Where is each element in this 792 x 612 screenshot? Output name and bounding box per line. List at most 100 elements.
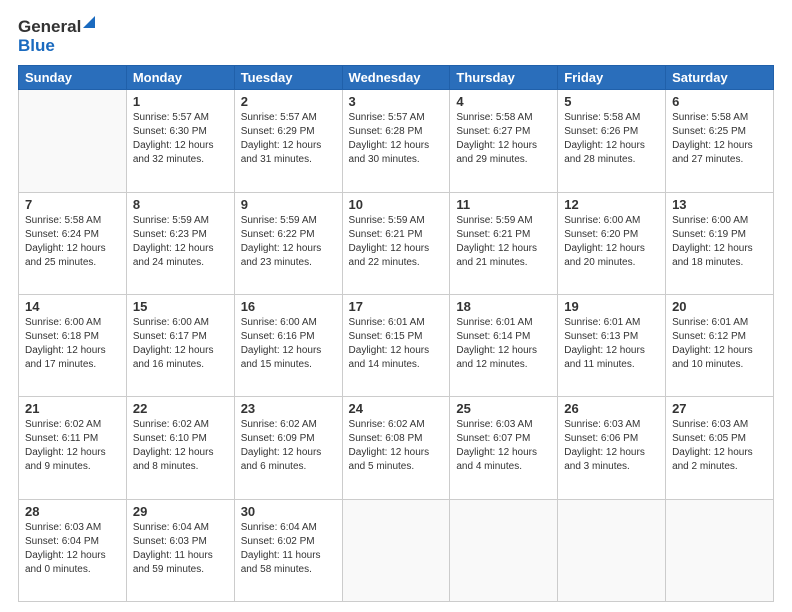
calendar-cell: 4 Sunrise: 5:58 AM Sunset: 6:27 PM Daylig… <box>450 90 558 192</box>
calendar-cell: 1Sunrise: 5:57 AM Sunset: 6:30 PM Daylig… <box>126 90 234 192</box>
day-info: Sunrise: 6:01 AM Sunset: 6:12 PM Dayligh… <box>672 316 767 372</box>
calendar-cell: 16 Sunrise: 6:00 AM Sunset: 6:16 PM Dayli… <box>234 295 342 397</box>
day-info: Sunrise: 6:00 AM Sunset: 6:16 PM Dayligh… <box>241 316 336 372</box>
calendar-cell: 8Sunrise: 5:59 AM Sunset: 6:23 PM Daylig… <box>126 192 234 294</box>
week-row-1: 1Sunrise: 5:57 AM Sunset: 6:30 PM Daylig… <box>19 90 774 192</box>
calendar-cell: 6Sunrise: 5:58 AM Sunset: 6:25 PM Daylig… <box>666 90 774 192</box>
calendar-cell: 22 Sunrise: 6:02 AM Sunset: 6:10 PM Dayli… <box>126 397 234 499</box>
weekday-header-friday: Friday <box>558 66 666 90</box>
day-number: 6 <box>672 94 767 109</box>
weekday-header-thursday: Thursday <box>450 66 558 90</box>
day-number: 14 <box>25 299 120 314</box>
week-row-3: 14 Sunrise: 6:00 AM Sunset: 6:18 PM Dayli… <box>19 295 774 397</box>
calendar-cell: 9 Sunrise: 5:59 AM Sunset: 6:22 PM Daylig… <box>234 192 342 294</box>
week-row-2: 7Sunrise: 5:58 AM Sunset: 6:24 PM Daylig… <box>19 192 774 294</box>
day-number: 21 <box>25 401 120 416</box>
calendar-cell: 27 Sunrise: 6:03 AM Sunset: 6:05 PM Dayli… <box>666 397 774 499</box>
day-info: Sunrise: 5:59 AM Sunset: 6:21 PM Dayligh… <box>349 214 444 270</box>
weekday-header-sunday: Sunday <box>19 66 127 90</box>
day-info: Sunrise: 6:03 AM Sunset: 6:05 PM Dayligh… <box>672 418 767 474</box>
weekday-header-wednesday: Wednesday <box>342 66 450 90</box>
logo-text: GeneralBlue <box>18 18 95 55</box>
calendar-cell: 17 Sunrise: 6:01 AM Sunset: 6:15 PM Dayli… <box>342 295 450 397</box>
calendar-cell: 21Sunrise: 6:02 AM Sunset: 6:11 PM Dayli… <box>19 397 127 499</box>
day-number: 12 <box>564 197 659 212</box>
day-info: Sunrise: 6:02 AM Sunset: 6:10 PM Dayligh… <box>133 418 228 474</box>
calendar-cell: 20 Sunrise: 6:01 AM Sunset: 6:12 PM Dayli… <box>666 295 774 397</box>
day-number: 30 <box>241 504 336 519</box>
page: GeneralBlue SundayMondayTuesdayWednesday… <box>0 0 792 612</box>
day-info: Sunrise: 6:00 AM Sunset: 6:19 PM Dayligh… <box>672 214 767 270</box>
day-info: Sunrise: 5:58 AM Sunset: 6:26 PM Dayligh… <box>564 111 659 167</box>
calendar-cell: 11 Sunrise: 5:59 AM Sunset: 6:21 PM Dayli… <box>450 192 558 294</box>
day-info: Sunrise: 6:00 AM Sunset: 6:18 PM Dayligh… <box>25 316 120 372</box>
day-info: Sunrise: 5:57 AM Sunset: 6:30 PM Dayligh… <box>133 111 228 167</box>
day-number: 17 <box>349 299 444 314</box>
day-number: 25 <box>456 401 551 416</box>
calendar-cell: 2Sunrise: 5:57 AM Sunset: 6:29 PM Daylig… <box>234 90 342 192</box>
day-number: 23 <box>241 401 336 416</box>
day-number: 4 <box>456 94 551 109</box>
day-info: Sunrise: 6:04 AM Sunset: 6:02 PM Dayligh… <box>241 521 336 577</box>
calendar-cell: 24 Sunrise: 6:02 AM Sunset: 6:08 PM Dayli… <box>342 397 450 499</box>
day-number: 20 <box>672 299 767 314</box>
day-info: Sunrise: 6:02 AM Sunset: 6:09 PM Dayligh… <box>241 418 336 474</box>
day-info: Sunrise: 6:03 AM Sunset: 6:07 PM Dayligh… <box>456 418 551 474</box>
logo: GeneralBlue <box>18 18 95 55</box>
weekday-header-tuesday: Tuesday <box>234 66 342 90</box>
day-info: Sunrise: 5:57 AM Sunset: 6:28 PM Dayligh… <box>349 111 444 167</box>
calendar-cell: 25 Sunrise: 6:03 AM Sunset: 6:07 PM Dayli… <box>450 397 558 499</box>
day-number: 19 <box>564 299 659 314</box>
day-number: 11 <box>456 197 551 212</box>
day-info: Sunrise: 6:00 AM Sunset: 6:20 PM Dayligh… <box>564 214 659 270</box>
weekday-header-row: SundayMondayTuesdayWednesdayThursdayFrid… <box>19 66 774 90</box>
calendar-cell <box>342 499 450 601</box>
weekday-header-saturday: Saturday <box>666 66 774 90</box>
weekday-header-monday: Monday <box>126 66 234 90</box>
day-number: 22 <box>133 401 228 416</box>
calendar-cell: 12 Sunrise: 6:00 AM Sunset: 6:20 PM Dayli… <box>558 192 666 294</box>
day-number: 5 <box>564 94 659 109</box>
week-row-5: 28 Sunrise: 6:03 AM Sunset: 6:04 PM Dayli… <box>19 499 774 601</box>
week-row-4: 21Sunrise: 6:02 AM Sunset: 6:11 PM Dayli… <box>19 397 774 499</box>
day-info: Sunrise: 6:03 AM Sunset: 6:04 PM Dayligh… <box>25 521 120 577</box>
day-number: 3 <box>349 94 444 109</box>
calendar-cell: 3 Sunrise: 5:57 AM Sunset: 6:28 PM Daylig… <box>342 90 450 192</box>
day-info: Sunrise: 5:58 AM Sunset: 6:24 PM Dayligh… <box>25 214 120 270</box>
calendar-cell: 18 Sunrise: 6:01 AM Sunset: 6:14 PM Dayli… <box>450 295 558 397</box>
day-info: Sunrise: 6:01 AM Sunset: 6:14 PM Dayligh… <box>456 316 551 372</box>
day-number: 9 <box>241 197 336 212</box>
calendar-cell: 29 Sunrise: 6:04 AM Sunset: 6:03 PM Dayli… <box>126 499 234 601</box>
calendar-cell: 13 Sunrise: 6:00 AM Sunset: 6:19 PM Dayli… <box>666 192 774 294</box>
day-info: Sunrise: 5:59 AM Sunset: 6:22 PM Dayligh… <box>241 214 336 270</box>
calendar-cell <box>558 499 666 601</box>
calendar-cell <box>19 90 127 192</box>
day-info: Sunrise: 5:58 AM Sunset: 6:27 PM Dayligh… <box>456 111 551 167</box>
calendar-cell: 15Sunrise: 6:00 AM Sunset: 6:17 PM Dayli… <box>126 295 234 397</box>
day-number: 15 <box>133 299 228 314</box>
day-info: Sunrise: 6:02 AM Sunset: 6:08 PM Dayligh… <box>349 418 444 474</box>
day-info: Sunrise: 5:59 AM Sunset: 6:21 PM Dayligh… <box>456 214 551 270</box>
day-number: 26 <box>564 401 659 416</box>
day-number: 10 <box>349 197 444 212</box>
calendar-cell: 10 Sunrise: 5:59 AM Sunset: 6:21 PM Dayli… <box>342 192 450 294</box>
day-info: Sunrise: 6:04 AM Sunset: 6:03 PM Dayligh… <box>133 521 228 577</box>
day-number: 27 <box>672 401 767 416</box>
day-number: 18 <box>456 299 551 314</box>
day-info: Sunrise: 6:03 AM Sunset: 6:06 PM Dayligh… <box>564 418 659 474</box>
calendar-cell: 26 Sunrise: 6:03 AM Sunset: 6:06 PM Dayli… <box>558 397 666 499</box>
day-info: Sunrise: 6:01 AM Sunset: 6:15 PM Dayligh… <box>349 316 444 372</box>
calendar-table: SundayMondayTuesdayWednesdayThursdayFrid… <box>18 65 774 602</box>
calendar-cell <box>450 499 558 601</box>
day-info: Sunrise: 5:59 AM Sunset: 6:23 PM Dayligh… <box>133 214 228 270</box>
calendar-cell: 23 Sunrise: 6:02 AM Sunset: 6:09 PM Dayli… <box>234 397 342 499</box>
day-number: 16 <box>241 299 336 314</box>
day-number: 13 <box>672 197 767 212</box>
day-info: Sunrise: 6:01 AM Sunset: 6:13 PM Dayligh… <box>564 316 659 372</box>
calendar-cell: 28 Sunrise: 6:03 AM Sunset: 6:04 PM Dayli… <box>19 499 127 601</box>
day-number: 28 <box>25 504 120 519</box>
day-number: 29 <box>133 504 228 519</box>
day-number: 24 <box>349 401 444 416</box>
calendar-cell: 5 Sunrise: 5:58 AM Sunset: 6:26 PM Daylig… <box>558 90 666 192</box>
calendar-cell: 7Sunrise: 5:58 AM Sunset: 6:24 PM Daylig… <box>19 192 127 294</box>
